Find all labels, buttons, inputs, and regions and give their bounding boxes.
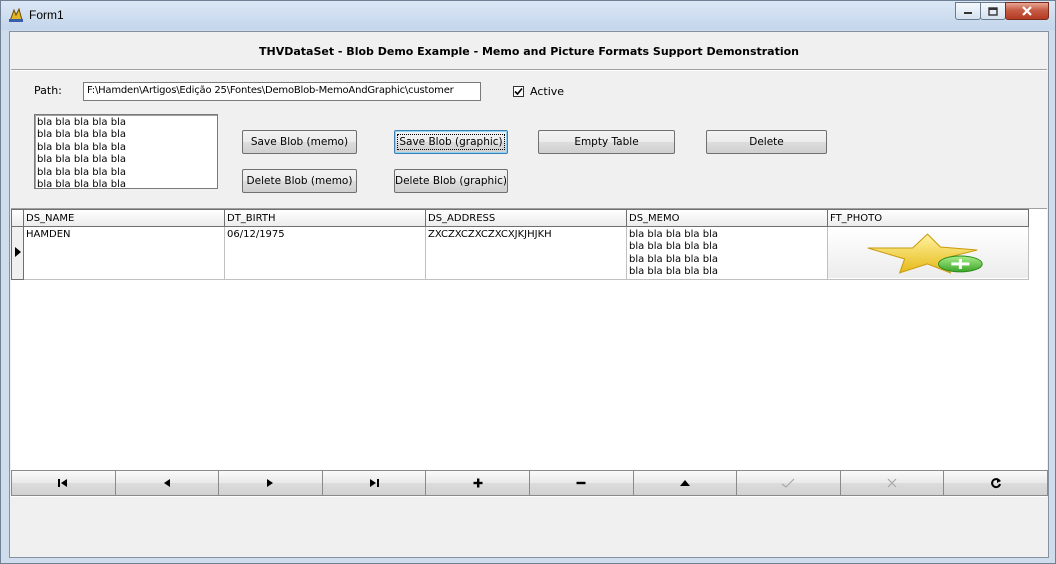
- row-indicator: [11, 227, 24, 280]
- empty-table-label: Empty Table: [574, 136, 639, 148]
- header-title: THVDataSet - Blob Demo Example - Memo an…: [258, 44, 800, 58]
- minimize-button[interactable]: [955, 2, 981, 20]
- cell-ds-address[interactable]: ZXCZXCZXCZXCXJKJHJKH: [426, 227, 627, 280]
- nav-next-button[interactable]: [218, 470, 323, 496]
- last-record-icon: [370, 479, 380, 487]
- delete-label: Delete: [749, 136, 784, 148]
- delete-blob-memo-label: Delete Blob (memo): [246, 175, 353, 187]
- cell-ds-name[interactable]: HAMDEN: [24, 227, 225, 280]
- db-navigator: [11, 470, 1048, 496]
- save-blob-memo-button[interactable]: Save Blob (memo): [242, 130, 357, 154]
- memo-line: bla bla bla bla bla: [37, 117, 126, 128]
- delete-record-icon: [576, 481, 586, 485]
- delete-button[interactable]: Delete: [706, 130, 827, 154]
- active-label: Active: [530, 85, 565, 98]
- checkbox-check-icon[interactable]: [513, 86, 524, 97]
- nav-post-button[interactable]: [736, 470, 841, 496]
- memo-cell-line: bla bla bla bla bla: [629, 241, 718, 253]
- save-blob-memo-label: Save Blob (memo): [250, 136, 349, 148]
- header-panel: THVDataSet - Blob Demo Example - Memo an…: [11, 33, 1047, 70]
- close-icon: [1022, 6, 1032, 16]
- indicator-header: [11, 209, 24, 227]
- title-bar[interactable]: Form1: [1, 1, 1055, 31]
- nav-prior-button[interactable]: [114, 470, 220, 496]
- grid-header: DS_NAME DT_BIRTH DS_ADDRESS DS_MEMO FT_P…: [11, 209, 1029, 227]
- memo-cell-line: bla bla bla bla bla: [629, 229, 718, 240]
- current-row-arrow-icon: [15, 247, 21, 257]
- column-header[interactable]: DT_BIRTH: [225, 209, 426, 227]
- application-window: Form1 THVDataSet - Blob Demo Example - M…: [0, 0, 1056, 564]
- column-header[interactable]: FT_PHOTO: [828, 209, 1029, 227]
- data-grid[interactable]: DS_NAME DT_BIRTH DS_ADDRESS DS_MEMO FT_P…: [11, 208, 1047, 470]
- cell-ds-memo[interactable]: bla bla bla bla bla bla bla bla bla bla …: [627, 227, 828, 280]
- insert-record-icon: [473, 478, 483, 488]
- column-header[interactable]: DS_MEMO: [627, 209, 828, 227]
- status-area: [11, 496, 1047, 557]
- nav-cancel-button[interactable]: [839, 470, 945, 496]
- nav-delete-button[interactable]: [528, 470, 634, 496]
- edit-record-icon: [679, 480, 690, 486]
- nav-edit-button[interactable]: [632, 470, 738, 496]
- star-plus-icon: [828, 228, 1028, 278]
- close-button[interactable]: [1005, 2, 1049, 20]
- delphi-app-icon: [8, 7, 24, 23]
- memo-cell-line: bla bla bla bla bla: [629, 253, 718, 265]
- form-client-area: THVDataSet - Blob Demo Example - Memo an…: [9, 31, 1049, 558]
- save-blob-graphic-label: Save Blob (graphic): [397, 134, 505, 150]
- memo-line: bla bla bla bla bla: [37, 166, 126, 178]
- cancel-record-icon: [887, 478, 897, 488]
- memo-cell-line: bla bla bla bla bla: [629, 266, 718, 278]
- memo-line: bla bla bla bla bla: [37, 141, 126, 153]
- post-record-icon: [782, 478, 795, 488]
- table-row[interactable]: HAMDEN 06/12/1975 ZXCZXCZXCZXCXJKJHJKH b…: [11, 227, 1029, 280]
- delete-blob-graphic-button[interactable]: Delete Blob (graphic): [394, 169, 508, 193]
- maximize-icon: [988, 6, 998, 16]
- column-header[interactable]: DS_NAME: [24, 209, 225, 227]
- nav-insert-button[interactable]: [425, 470, 530, 496]
- memo-line: bla bla bla bla bla: [37, 179, 126, 191]
- maximize-button[interactable]: [980, 2, 1006, 20]
- delete-blob-memo-button[interactable]: Delete Blob (memo): [242, 169, 357, 193]
- memo-line: bla bla bla bla bla: [37, 129, 126, 141]
- memo-textarea[interactable]: bla bla bla bla bla bla bla bla bla bla …: [34, 114, 218, 191]
- path-label: Path:: [34, 84, 62, 97]
- first-record-icon: [58, 479, 68, 487]
- minimize-icon: [964, 12, 972, 14]
- memo-line: bla bla bla bla bla: [37, 154, 126, 166]
- nav-last-button[interactable]: [321, 470, 427, 496]
- delete-blob-graphic-label: Delete Blob (graphic): [395, 175, 508, 187]
- refresh-record-icon: [990, 478, 1001, 489]
- nav-refresh-button[interactable]: [943, 470, 1048, 496]
- cell-ft-photo[interactable]: [828, 227, 1029, 280]
- nav-first-button[interactable]: [11, 470, 116, 496]
- cell-dt-birth[interactable]: 06/12/1975: [225, 227, 426, 280]
- active-checkbox[interactable]: Active: [513, 85, 564, 98]
- path-input[interactable]: F:\Hamden\Artigos\Edição 25\Fontes\DemoB…: [83, 82, 481, 101]
- prior-record-icon: [163, 479, 170, 487]
- column-header[interactable]: DS_ADDRESS: [426, 209, 627, 227]
- empty-table-button[interactable]: Empty Table: [538, 130, 675, 154]
- next-record-icon: [267, 479, 274, 487]
- save-blob-graphic-button[interactable]: Save Blob (graphic): [394, 130, 508, 154]
- window-title: Form1: [29, 8, 64, 22]
